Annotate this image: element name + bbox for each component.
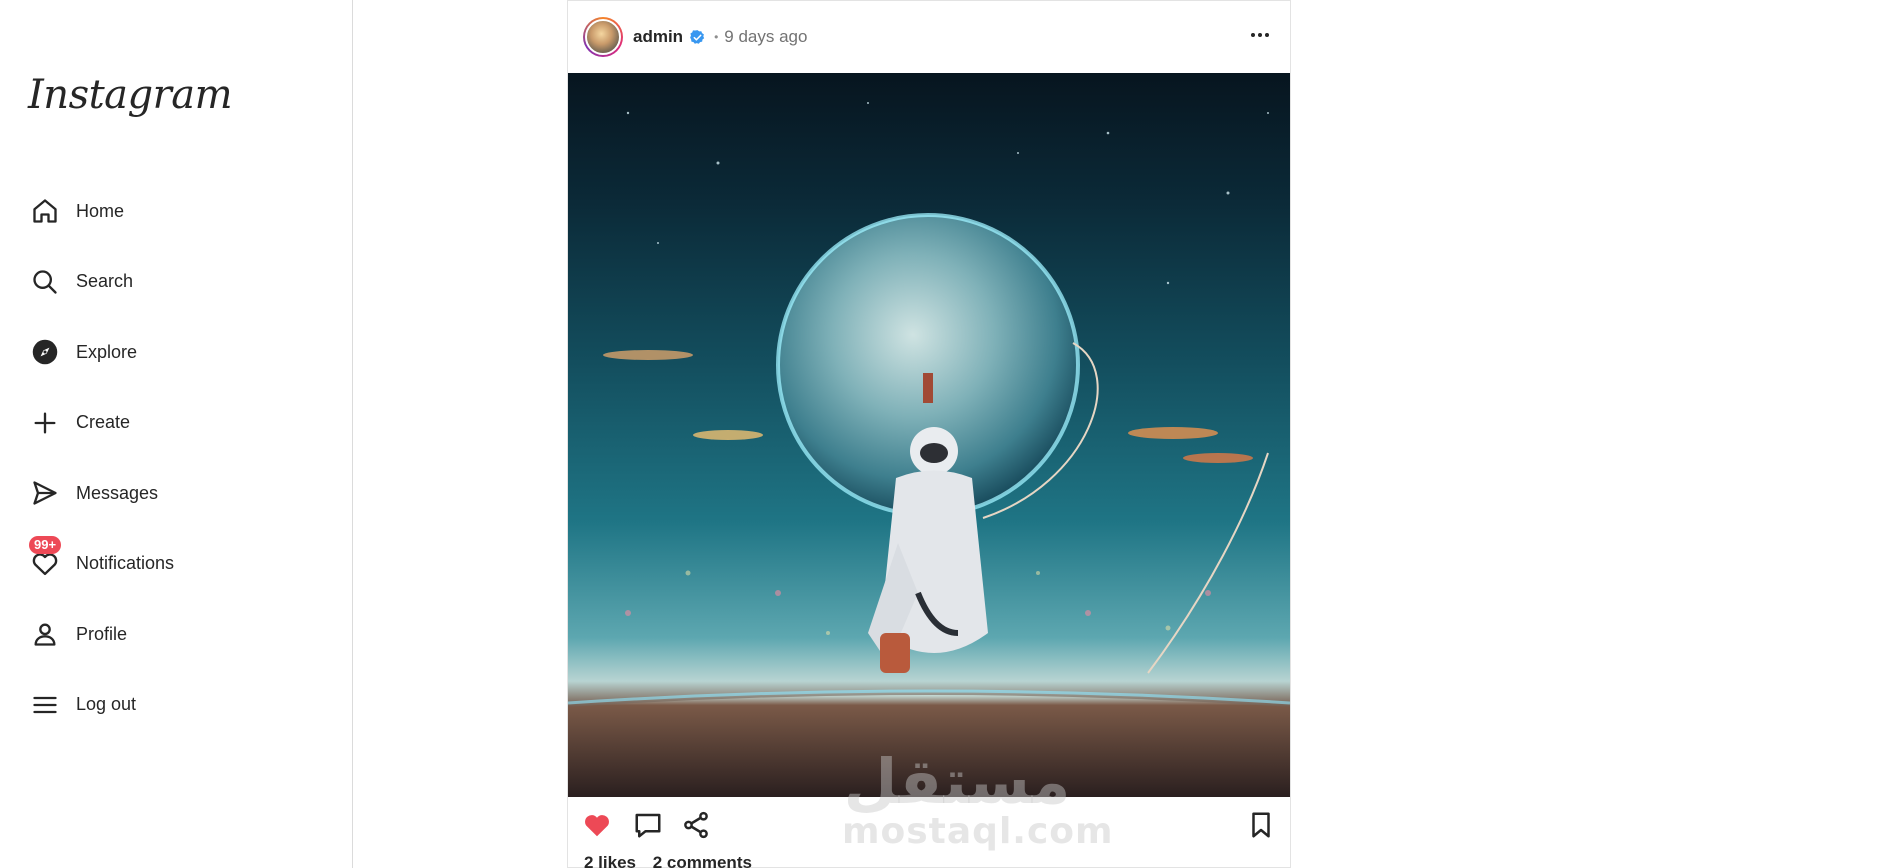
sidebar-item-label: Log out (76, 694, 137, 715)
sidebar-item-label: Search (76, 271, 134, 292)
share-icon[interactable] (681, 810, 711, 840)
sidebar-item-label: Notifications (76, 553, 175, 574)
bookmark-icon[interactable] (1246, 810, 1276, 840)
sidebar: Instagram Home Search Explore Create Mes… (0, 0, 353, 868)
sidebar-item-search[interactable]: Search (30, 247, 330, 318)
watermark: مستقل mostaql.com (842, 745, 1114, 852)
sidebar-nav: Home Search Explore Create Messages 99+ … (29, 176, 330, 741)
watermark-latin: mostaql.com (842, 811, 1114, 852)
post-timestamp: 9 days ago (724, 27, 808, 46)
sidebar-item-label: Profile (76, 623, 128, 644)
search-icon (30, 267, 60, 297)
sidebar-item-logout[interactable]: Log out (30, 670, 330, 741)
sidebar-item-home[interactable]: Home (30, 176, 330, 247)
post-header: admin • 9 days ago (568, 1, 1290, 73)
like-heart-icon[interactable] (582, 810, 612, 840)
menu-icon (30, 690, 60, 720)
plus-icon (30, 408, 60, 438)
avatar[interactable] (583, 17, 623, 57)
notification-badge: 99+ (29, 535, 62, 554)
user-icon (30, 619, 60, 649)
watermark-arabic: مستقل (843, 745, 1071, 818)
post-card: admin • 9 days ago 2 likes 2 comments (567, 0, 1291, 868)
sidebar-item-profile[interactable]: Profile (30, 599, 330, 670)
send-icon (30, 478, 60, 508)
instagram-logo[interactable]: Instagram (28, 72, 233, 118)
comments-count[interactable]: 2 comments (653, 853, 752, 868)
sidebar-item-label: Home (76, 200, 125, 221)
separator-dot: • (714, 30, 719, 44)
sidebar-item-explore[interactable]: Explore (30, 317, 330, 388)
post-image[interactable] (568, 73, 1290, 797)
compass-icon (30, 337, 60, 367)
avatar-image (585, 19, 621, 55)
comment-icon[interactable] (633, 810, 663, 840)
home-icon (30, 196, 60, 226)
more-icon (1251, 33, 1269, 37)
more-options-button[interactable] (1246, 23, 1274, 47)
post-stats: 2 likes 2 comments (584, 853, 764, 868)
verified-badge-icon (690, 29, 705, 44)
sidebar-item-label: Explore (76, 341, 138, 362)
astronaut-artwork (568, 102, 1290, 797)
likes-count[interactable]: 2 likes (584, 853, 636, 868)
sidebar-item-create[interactable]: Create (30, 388, 330, 459)
sidebar-item-notifications[interactable]: 99+ Notifications (29, 529, 330, 600)
post-username[interactable]: admin (633, 27, 683, 47)
heart-icon: 99+ (29, 535, 62, 579)
sidebar-item-messages[interactable]: Messages (30, 458, 330, 529)
sidebar-item-label: Create (76, 412, 131, 433)
sidebar-item-label: Messages (76, 482, 159, 503)
